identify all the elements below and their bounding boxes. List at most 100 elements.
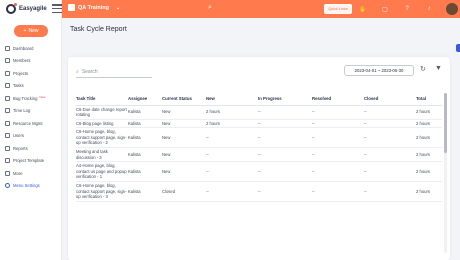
hand-icon[interactable]: ✋ — [358, 4, 368, 14]
column-header[interactable]: Current Status — [162, 93, 206, 106]
task-title-cell[interactable]: A4-Home page, blog, contact us page and … — [76, 161, 128, 183]
column-header[interactable]: Task Title — [76, 93, 128, 106]
sidebar-item-resource-mgmt[interactable]: Resource Mgmt — [0, 117, 62, 130]
template-icon — [5, 158, 10, 164]
sidebar-item-label: More — [13, 170, 23, 176]
new-cell: -- — [206, 127, 258, 149]
table-row[interactable]: C6-Home page, blog, contact support page… — [76, 181, 442, 202]
table-row[interactable]: Meeting and task discussion - 3 Kalista … — [76, 147, 442, 163]
resolved-cell: -- — [312, 161, 364, 183]
avatar[interactable] — [446, 3, 458, 15]
column-header[interactable]: Assignee — [128, 93, 162, 106]
project-name: QA Training — [78, 4, 109, 11]
date-range-picker[interactable]: 2023-04-01 ~ 2023-05-30 — [344, 65, 414, 76]
resource-icon — [5, 120, 10, 126]
new-cell: -- — [206, 181, 258, 202]
new-button[interactable]: + New — [14, 25, 48, 37]
report-card: ⌕ Search 2023-04-01 ~ 2023-05-30 ↻ ▼ Tas… — [68, 57, 450, 260]
column-header[interactable]: Closed — [364, 93, 416, 106]
bell-icon[interactable]: ♪ — [424, 4, 434, 14]
in-progress-cell: -- — [258, 161, 312, 183]
table-header-row: Task Title Assignee Current Status New I… — [76, 93, 442, 106]
in-progress-cell: -- — [258, 147, 312, 163]
sidebar-item-label: Project Template — [13, 158, 45, 164]
sidebar-item-more[interactable]: More — [0, 167, 62, 180]
search-icon[interactable]: ⌕ — [208, 4, 212, 12]
new-cell: -- — [206, 161, 258, 183]
sidebar-item-projects[interactable]: Projects — [0, 67, 62, 80]
settings-icon — [5, 183, 10, 189]
chat-icon[interactable]: ▢ — [380, 4, 390, 14]
project-selector[interactable]: QA Training ⌄ — [68, 4, 120, 11]
scrollbar-thumb[interactable] — [444, 93, 447, 153]
sidebar-item-label: Members — [13, 58, 31, 64]
sidebar-item-project-template[interactable]: Project Template — [0, 155, 62, 168]
assignee-cell: Kalista — [128, 161, 162, 183]
resolved-cell: -- — [312, 147, 364, 163]
closed-cell: -- — [364, 105, 416, 120]
filter-icon[interactable]: ▼ — [435, 65, 442, 72]
sidebar-item-tasks[interactable]: Tasks — [0, 80, 62, 93]
table-row[interactable]: C6-Due date change report rotating Kalis… — [76, 105, 442, 120]
page-title: Task Cycle Report — [70, 26, 127, 33]
sidebar-item-label: Resource Mgmt — [13, 120, 43, 126]
column-header[interactable]: New — [206, 93, 258, 106]
sidebar-item-users[interactable]: Users — [0, 130, 62, 143]
sidebar-item-label: Tasks — [13, 83, 24, 89]
users-icon — [5, 133, 10, 139]
task-title-cell[interactable]: C6-Due date change report rotating — [76, 105, 128, 120]
resolved-cell: -- — [312, 119, 364, 129]
chevron-down-icon: ⌄ — [115, 4, 121, 11]
column-header[interactable]: In Progress — [258, 93, 312, 106]
members-icon — [5, 58, 10, 64]
task-title-cell[interactable]: C6-Blog page listing — [76, 119, 128, 129]
sidebar-item-menu-settings[interactable]: Menu Settings — [0, 180, 62, 193]
status-cell: Closed — [162, 181, 206, 202]
sidebar-item-members[interactable]: Members — [0, 55, 62, 68]
logo-icon — [6, 3, 17, 14]
column-header[interactable]: Total — [416, 93, 442, 106]
tasks-icon — [5, 83, 10, 89]
refresh-icon[interactable]: ↻ — [420, 65, 426, 73]
total-cell: 2 hours — [416, 119, 442, 129]
closed-cell: -- — [364, 147, 416, 163]
sidebar-item-dashboard[interactable]: Dashboard — [0, 42, 62, 55]
help-icon[interactable]: ? — [402, 4, 412, 14]
column-header[interactable]: Resolved — [312, 93, 364, 106]
sidebar-item-time-log[interactable]: Time Log — [0, 105, 62, 118]
sidebar-item-reports[interactable]: Reports — [0, 142, 62, 155]
hamburger-menu-icon[interactable] — [52, 4, 62, 13]
bug-icon — [5, 95, 10, 101]
sidebar-item-label: Reports — [13, 145, 28, 151]
total-cell: 2 hours — [416, 105, 442, 120]
status-cell: New — [162, 161, 206, 183]
total-cell: 2 hours — [416, 147, 442, 163]
assignee-cell: Kalista — [128, 147, 162, 163]
assignee-cell: Kalista — [128, 105, 162, 120]
resolved-cell: -- — [312, 105, 364, 120]
new-badge: New — [39, 94, 46, 99]
status-cell: New — [162, 105, 206, 120]
new-button-label: New — [28, 28, 39, 34]
task-title-cell[interactable]: C6-Home page, blog, contact support page… — [76, 127, 128, 149]
logo-text: Easyagile — [19, 6, 47, 12]
quick-links-button[interactable]: Quick Links — [324, 4, 352, 14]
table-row[interactable]: C6-Home page, blog, contact support page… — [76, 127, 442, 149]
side-panel-toggle[interactable] — [456, 44, 460, 52]
in-progress-cell: -- — [258, 105, 312, 120]
logo[interactable]: Easyagile — [6, 3, 47, 14]
sidebar-item-bug-tracking[interactable]: Bug Tracking New — [0, 92, 62, 105]
app-root: Easyagile + New Dashboard Members Projec… — [0, 0, 460, 260]
sidebar-item-label: Time Log — [13, 108, 31, 114]
total-cell: 2 hours — [416, 181, 442, 202]
projects-icon — [5, 70, 10, 76]
task-title-cell[interactable]: C6-Home page, blog, contact support page… — [76, 181, 128, 202]
table-row[interactable]: A4-Home page, blog, contact us page and … — [76, 161, 442, 183]
closed-cell: -- — [364, 161, 416, 183]
new-cell: 2 hours — [206, 105, 258, 120]
table-row[interactable]: C6-Blog page listing Kalista New 2 hours… — [76, 119, 442, 129]
task-title-cell[interactable]: Meeting and task discussion - 3 — [76, 147, 128, 163]
search-input[interactable]: ⌕ Search — [76, 67, 152, 78]
sidebar-item-label: Users — [13, 133, 24, 139]
clock-icon — [5, 108, 10, 114]
